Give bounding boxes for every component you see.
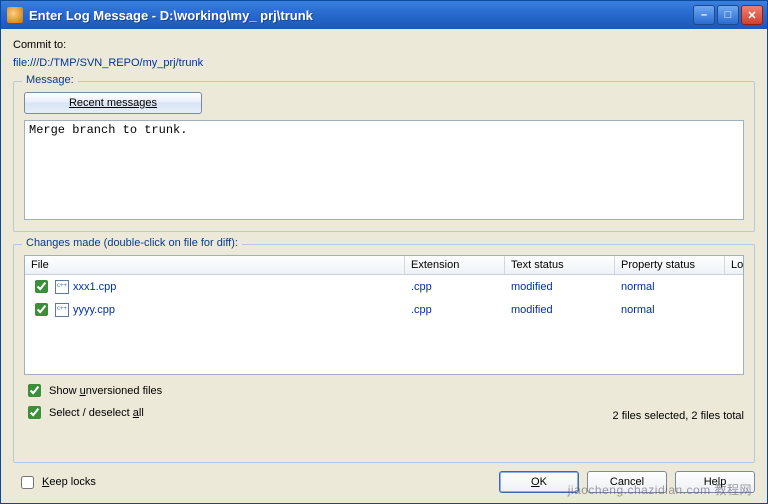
commit-to-label: Commit to: bbox=[13, 39, 755, 51]
changes-checks: Show unversioned files Select / deselect… bbox=[24, 381, 162, 422]
dialog-buttons: OK Cancel Help bbox=[499, 471, 755, 493]
file-prop-status: normal bbox=[615, 275, 725, 298]
window-title: Enter Log Message - D:\working\my_ prj\t… bbox=[29, 8, 687, 23]
message-legend: Message: bbox=[22, 74, 78, 86]
app-icon bbox=[7, 7, 23, 23]
message-group: Message: Recent messages bbox=[13, 81, 755, 232]
file-text-status: modified bbox=[505, 275, 615, 298]
minimize-button[interactable]: – bbox=[693, 5, 715, 25]
close-button[interactable]: ✕ bbox=[741, 5, 763, 25]
selection-summary: 2 files selected, 2 files total bbox=[613, 410, 744, 422]
file-lock bbox=[725, 298, 743, 321]
col-property-status[interactable]: Property status bbox=[615, 256, 725, 274]
title-bar[interactable]: Enter Log Message - D:\working\my_ prj\t… bbox=[1, 1, 767, 29]
keep-locks-checkbox[interactable] bbox=[21, 476, 34, 489]
col-lock[interactable]: Lock bbox=[725, 256, 744, 274]
file-list-body: xxx1.cpp .cppmodifiednormal yyyy.cpp .cppmo… bbox=[25, 275, 743, 374]
file-list-header[interactable]: File Extension Text status Property stat… bbox=[25, 256, 743, 275]
show-unversioned-label[interactable]: Show unversioned files bbox=[49, 385, 162, 397]
commit-message-input[interactable] bbox=[24, 120, 744, 220]
file-text-status: modified bbox=[505, 298, 615, 321]
table-row[interactable]: xxx1.cpp .cppmodifiednormal bbox=[25, 275, 743, 298]
show-unversioned-checkbox[interactable] bbox=[28, 384, 41, 397]
select-all-label[interactable]: Select / deselect all bbox=[49, 407, 144, 419]
cpp-file-icon bbox=[55, 280, 69, 294]
file-row-checkbox[interactable] bbox=[35, 303, 48, 316]
file-name: xxx1.cpp bbox=[73, 281, 116, 293]
col-extension[interactable]: Extension bbox=[405, 256, 505, 274]
recent-messages-button[interactable]: Recent messages bbox=[24, 92, 202, 114]
ok-button[interactable]: OK bbox=[499, 471, 579, 493]
window-buttons: – □ ✕ bbox=[693, 5, 763, 25]
cpp-file-icon bbox=[55, 303, 69, 317]
col-file[interactable]: File bbox=[25, 256, 405, 274]
dialog-content: Commit to: file:///D:/TMP/SVN_REPO/my_pr… bbox=[1, 29, 767, 503]
keep-locks-label[interactable]: Keep locks bbox=[42, 476, 96, 488]
file-list[interactable]: File Extension Text status Property stat… bbox=[24, 255, 744, 375]
file-prop-status: normal bbox=[615, 298, 725, 321]
file-ext: .cpp bbox=[405, 298, 505, 321]
file-row-checkbox[interactable] bbox=[35, 280, 48, 293]
dialog-window: Enter Log Message - D:\working\my_ prj\t… bbox=[0, 0, 768, 504]
bottom-row: Keep locks OK Cancel Help bbox=[13, 469, 755, 493]
table-row[interactable]: yyyy.cpp .cppmodifiednormal bbox=[25, 298, 743, 321]
maximize-button[interactable]: □ bbox=[717, 5, 739, 25]
commit-url: file:///D:/TMP/SVN_REPO/my_prj/trunk bbox=[13, 57, 755, 69]
changes-group: Changes made (double-click on file for d… bbox=[13, 244, 755, 463]
select-all-checkbox[interactable] bbox=[28, 406, 41, 419]
recent-suf: cent messages bbox=[83, 97, 157, 109]
changes-footer: Show unversioned files Select / deselect… bbox=[24, 381, 744, 422]
cancel-button[interactable]: Cancel bbox=[587, 471, 667, 493]
help-button[interactable]: Help bbox=[675, 471, 755, 493]
file-name: yyyy.cpp bbox=[73, 304, 115, 316]
file-ext: .cpp bbox=[405, 275, 505, 298]
recent-r: R bbox=[69, 97, 77, 109]
col-text-status[interactable]: Text status bbox=[505, 256, 615, 274]
file-lock bbox=[725, 275, 743, 298]
changes-legend: Changes made (double-click on file for d… bbox=[22, 237, 242, 249]
